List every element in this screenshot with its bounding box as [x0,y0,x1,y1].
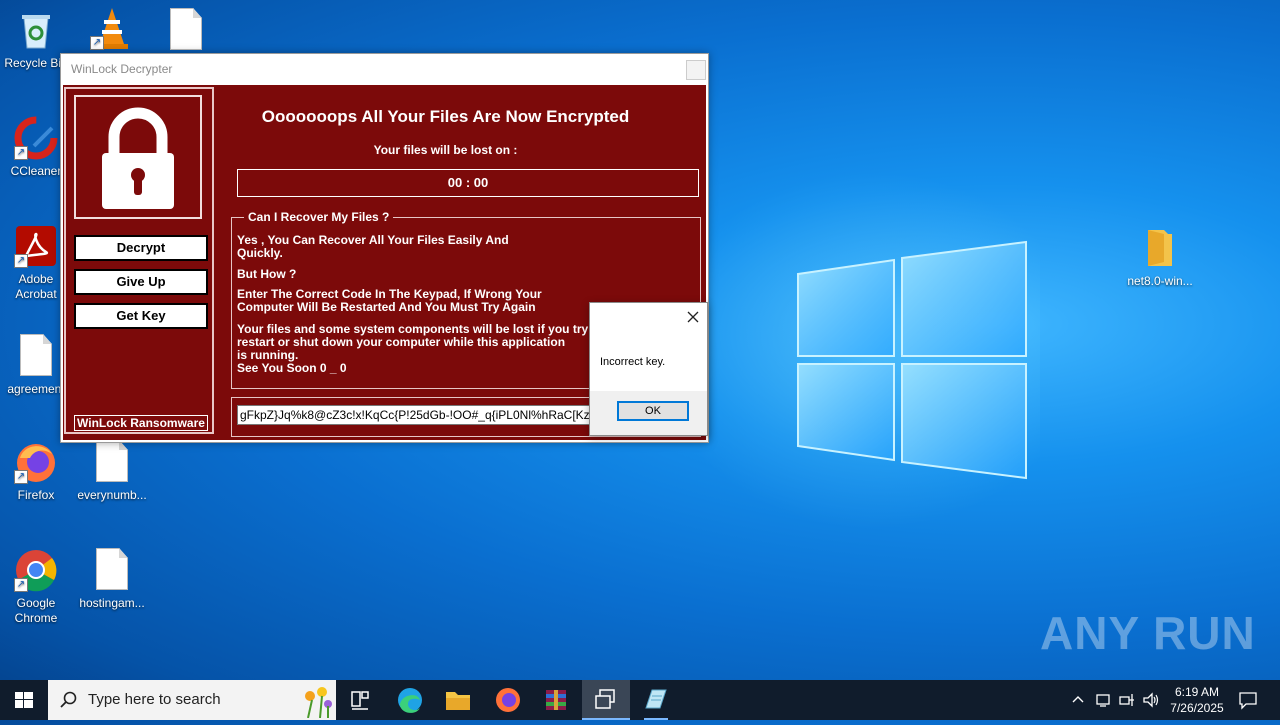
shortcut-arrow-icon: ↗ [14,146,28,160]
taskbar-file-explorer[interactable] [434,680,482,720]
desktop-icon-firefox[interactable]: ↗ Firefox [0,440,74,503]
desktop-icon-label: everynumb... [77,488,147,502]
clock-time: 6:19 AM [1174,685,1220,699]
window-title: WinLock Decrypter [71,62,173,76]
padlock-icon [74,95,202,219]
desktop-icon-label: Firefox [17,488,55,502]
desktop-icon-label: hostingam... [79,596,145,610]
desktop-icon-document[interactable] [148,8,224,56]
left-panel: Decrypt Give Up Get Key WinLock Ransomwa… [64,87,214,434]
info-paragraph-3: Enter The Correct Code In The Keypad, If… [237,287,542,314]
task-view-icon [351,691,369,710]
countdown-timer: 00 : 00 [237,169,699,197]
folder-icon [1138,226,1182,270]
ok-button[interactable]: OK [617,401,689,421]
desktop-icon-label: Google Chrome [14,596,58,625]
windows-wallpaper-logo [797,240,1027,480]
window-close-button[interactable] [686,60,706,80]
ccleaner-icon: ↗ [14,116,58,160]
firefox-icon: ↗ [14,440,58,484]
network-adapter-icon[interactable] [1094,691,1112,709]
desktop-icon-hostingam[interactable]: hostingam... [74,548,150,611]
volume-icon[interactable] [1142,691,1160,709]
close-icon[interactable] [685,309,701,325]
info-paragraph-4: Your files and some system components wi… [237,322,603,375]
chrome-icon: ↗ [14,548,58,592]
taskbar-firefox[interactable] [484,680,532,720]
file-explorer-icon [446,692,470,710]
windows-icon [15,692,33,708]
window-title-bar[interactable]: WinLock Decrypter [61,54,708,84]
desktop-icon-vlc[interactable]: ↗ [74,6,150,54]
decrypt-button[interactable]: Decrypt [74,235,208,261]
vlc-icon: ↗ [90,6,134,50]
dialog-message: Incorrect key. [600,356,666,368]
edge-icon [398,688,422,713]
brand-label: WinLock Ransomware [74,415,208,431]
start-button[interactable] [0,680,48,720]
info-paragraph-1: Yes , You Can Recover All Your Files Eas… [237,233,509,260]
info-paragraph-2: But How ? [237,267,297,281]
network-icon[interactable] [1118,691,1136,709]
get-key-button[interactable]: Get Key [74,303,208,329]
recycle-bin-icon [14,8,58,52]
winrar-icon [546,690,566,710]
shortcut-arrow-icon: ↗ [14,578,28,592]
desktop-icon-everynumb[interactable]: everynumb... [74,440,150,503]
subheadline: Your files will be lost on : [373,143,518,157]
document-icon [14,334,58,378]
search-icon [60,691,77,708]
desktop-icon-net8-folder[interactable]: net8.0-win... [1122,226,1198,289]
taskbar-clock[interactable]: 6:19 AM 7/26/2025 [1160,684,1234,716]
document-icon [90,548,134,592]
taskbar-notepad[interactable] [632,680,680,720]
shortcut-arrow-icon: ↗ [14,254,28,268]
notepad-icon [645,689,667,709]
group-title: Can I Recover My Files ? [244,210,394,224]
adobe-acrobat-icon: ↗ [14,224,58,268]
firefox-icon [496,688,520,712]
give-up-button[interactable]: Give Up [74,269,208,295]
taskbar: Type here to search 6:19 AM 7/26/2025 [0,680,1280,720]
window-icon [595,689,615,709]
dialog-footer: OK [590,391,707,435]
anyrun-watermark: ANY RUN [1040,607,1256,659]
chevron-up-icon[interactable] [1070,692,1086,708]
flowers-icon [305,687,332,718]
search-placeholder: Type here to search [88,691,221,708]
taskbar-winrar[interactable] [532,680,580,720]
document-icon [90,440,134,484]
document-icon [164,8,208,52]
notification-icon[interactable] [1238,690,1258,710]
desktop-icon-google-chrome[interactable]: ↗ Google Chrome [0,548,74,626]
shortcut-arrow-icon: ↗ [90,36,104,50]
task-view-button[interactable] [336,680,384,720]
headline: Ooooooops All Your Files Are Now Encrypt… [261,107,630,126]
taskbar-winlock-window[interactable] [582,680,630,720]
taskbar-edge[interactable] [386,680,434,720]
taskbar-search-box[interactable]: Type here to search [48,680,336,720]
clock-date: 7/26/2025 [1170,701,1224,715]
shortcut-arrow-icon: ↗ [14,470,28,484]
desktop-icon-label: net8.0-win... [1127,274,1193,288]
incorrect-key-dialog[interactable]: Incorrect key. OK [589,302,708,436]
